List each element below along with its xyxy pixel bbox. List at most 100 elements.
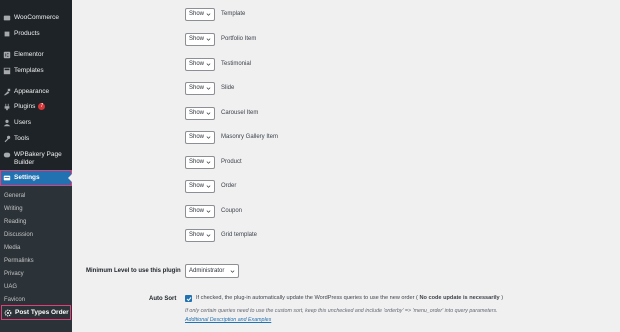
select-value: Show: [189, 159, 205, 165]
post-type-label: Grid template: [221, 232, 258, 238]
min-level-label: Minimum Level to use this plugin: [86, 268, 181, 274]
sidebar-item-label: Post Types Order: [15, 309, 69, 316]
submenu-item-discussion[interactable]: Discussion: [4, 231, 33, 239]
post-type-label: Testimonial: [221, 61, 252, 67]
sidebar-item-label: WooCommerce: [14, 14, 60, 21]
admin-sidebar: WooCommerce Products Elementor Templates…: [0, 0, 72, 332]
sidebar-item-label: Products: [14, 30, 40, 37]
post-type-row: Show Masonry Gallery Item: [185, 130, 278, 144]
chevron-down-icon: [206, 135, 211, 139]
gear-icon: [4, 309, 12, 317]
submenu-item-privacy[interactable]: Privacy: [4, 270, 24, 278]
sidebar-item-products[interactable]: Products: [0, 30, 72, 38]
auto-sort-note: If only certain queries need to use the …: [185, 308, 498, 314]
post-type-row: Show Product: [185, 155, 242, 169]
submenu-item-reading[interactable]: Reading: [4, 218, 26, 226]
auto-sort-emphasis: No code update is necessarily: [417, 295, 502, 301]
chevron-down-icon: [230, 270, 235, 273]
post-type-row: Show Portfolio Item: [185, 32, 256, 46]
chevron-down-icon: [206, 62, 211, 66]
wp-admin-page: WooCommerce Products Elementor Templates…: [0, 0, 620, 332]
chevron-down-icon: [206, 209, 211, 213]
sidebar-item-wpbakery[interactable]: WPBakery Page Builder: [0, 151, 70, 167]
sidebar-item-label: Tools: [14, 135, 30, 142]
visibility-select[interactable]: Show: [185, 106, 215, 120]
elementor-icon: [3, 51, 11, 59]
sidebar-item-label: Appearance: [14, 88, 50, 95]
visibility-select[interactable]: Show: [185, 57, 215, 71]
chevron-down-icon: [206, 12, 211, 16]
post-type-row: Show Coupon: [185, 204, 242, 218]
post-type-label: Order: [221, 183, 237, 189]
post-type-row: Show Template: [185, 7, 245, 21]
select-value: Show: [189, 232, 205, 238]
submenu-item-media[interactable]: Media: [4, 244, 20, 252]
select-value: Show: [189, 85, 205, 91]
select-value: Show: [189, 208, 205, 214]
sidebar-item-label: WPBakery Page Builder: [14, 151, 62, 166]
visibility-select[interactable]: Show: [185, 228, 215, 242]
visibility-select[interactable]: Show: [185, 155, 215, 169]
sidebar-item-templates[interactable]: Templates: [0, 67, 72, 75]
sidebar-item-users[interactable]: Users: [0, 119, 72, 127]
sidebar-item-plugins[interactable]: Plugins 7: [0, 103, 72, 111]
post-type-row: Show Carousel Item: [185, 106, 258, 120]
submenu-item-favicon[interactable]: Favicon: [4, 296, 25, 304]
plugins-update-badge: 7: [38, 103, 46, 110]
auto-sort-description: If checked, the plug-in automatically up…: [196, 295, 504, 301]
plugins-icon: [3, 103, 11, 111]
submenu-item-post-types-order[interactable]: Post Types Order: [1, 305, 71, 320]
chevron-down-icon: [206, 184, 211, 188]
auto-sort-checkbox[interactable]: [185, 295, 192, 302]
post-type-row: Show Testimonial: [185, 57, 251, 71]
chevron-down-icon: [206, 233, 211, 237]
post-type-row: Show Order: [185, 179, 236, 193]
sidebar-item-label: Elementor: [14, 51, 44, 58]
sidebar-item-label: Templates: [14, 67, 44, 74]
sidebar-item-elementor[interactable]: Elementor: [0, 51, 72, 59]
submenu-item-permalinks[interactable]: Permalinks: [4, 257, 34, 265]
select-value: Show: [189, 36, 205, 42]
select-value: Show: [189, 61, 205, 67]
settings-icon: [3, 174, 11, 182]
post-type-label: Carousel Item: [221, 110, 259, 116]
users-icon: [3, 119, 11, 127]
visibility-select[interactable]: Show: [185, 7, 215, 21]
sidebar-item-label: Plugins: [14, 103, 36, 110]
appearance-icon: [3, 88, 11, 96]
select-value: Administrator: [189, 268, 225, 274]
post-type-label: Template: [221, 11, 246, 17]
woocommerce-icon: [3, 14, 11, 22]
auto-sort-label: Auto Sort: [149, 296, 177, 302]
post-type-label: Coupon: [221, 208, 243, 214]
post-type-row: Show Grid template: [185, 228, 257, 242]
post-type-label: Slide: [221, 85, 235, 91]
submenu-item-general[interactable]: General: [4, 192, 25, 200]
select-value: Show: [189, 110, 205, 116]
visibility-select[interactable]: Show: [185, 32, 215, 46]
sidebar-item-woocommerce[interactable]: WooCommerce: [0, 14, 72, 22]
submenu-item-writing[interactable]: Writing: [4, 205, 23, 213]
wpbakery-icon: [3, 151, 11, 159]
sidebar-item-appearance[interactable]: Appearance: [0, 88, 72, 96]
visibility-select[interactable]: Show: [185, 130, 215, 144]
submenu-item-uag[interactable]: UAG: [4, 283, 17, 291]
select-value: Show: [189, 183, 205, 189]
additional-description-link[interactable]: Additional Description and Examples: [185, 317, 271, 323]
visibility-select[interactable]: Show: [185, 81, 215, 95]
chevron-down-icon: [206, 86, 211, 90]
products-icon: [3, 30, 11, 38]
select-value: Show: [189, 134, 205, 140]
min-level-select[interactable]: Administrator: [185, 264, 239, 278]
checkmark-icon: [186, 296, 191, 301]
sidebar-item-settings[interactable]: Settings: [0, 170, 72, 186]
chevron-down-icon: [206, 37, 211, 41]
visibility-select[interactable]: Show: [185, 179, 215, 193]
chevron-down-icon: [206, 160, 211, 164]
select-value: Show: [189, 11, 205, 17]
sidebar-item-label: Users: [14, 119, 31, 126]
visibility-select[interactable]: Show: [185, 204, 215, 218]
sidebar-item-tools[interactable]: Tools: [0, 135, 72, 143]
post-type-row: Show Slide: [185, 81, 234, 95]
post-type-label: Product: [221, 159, 242, 165]
